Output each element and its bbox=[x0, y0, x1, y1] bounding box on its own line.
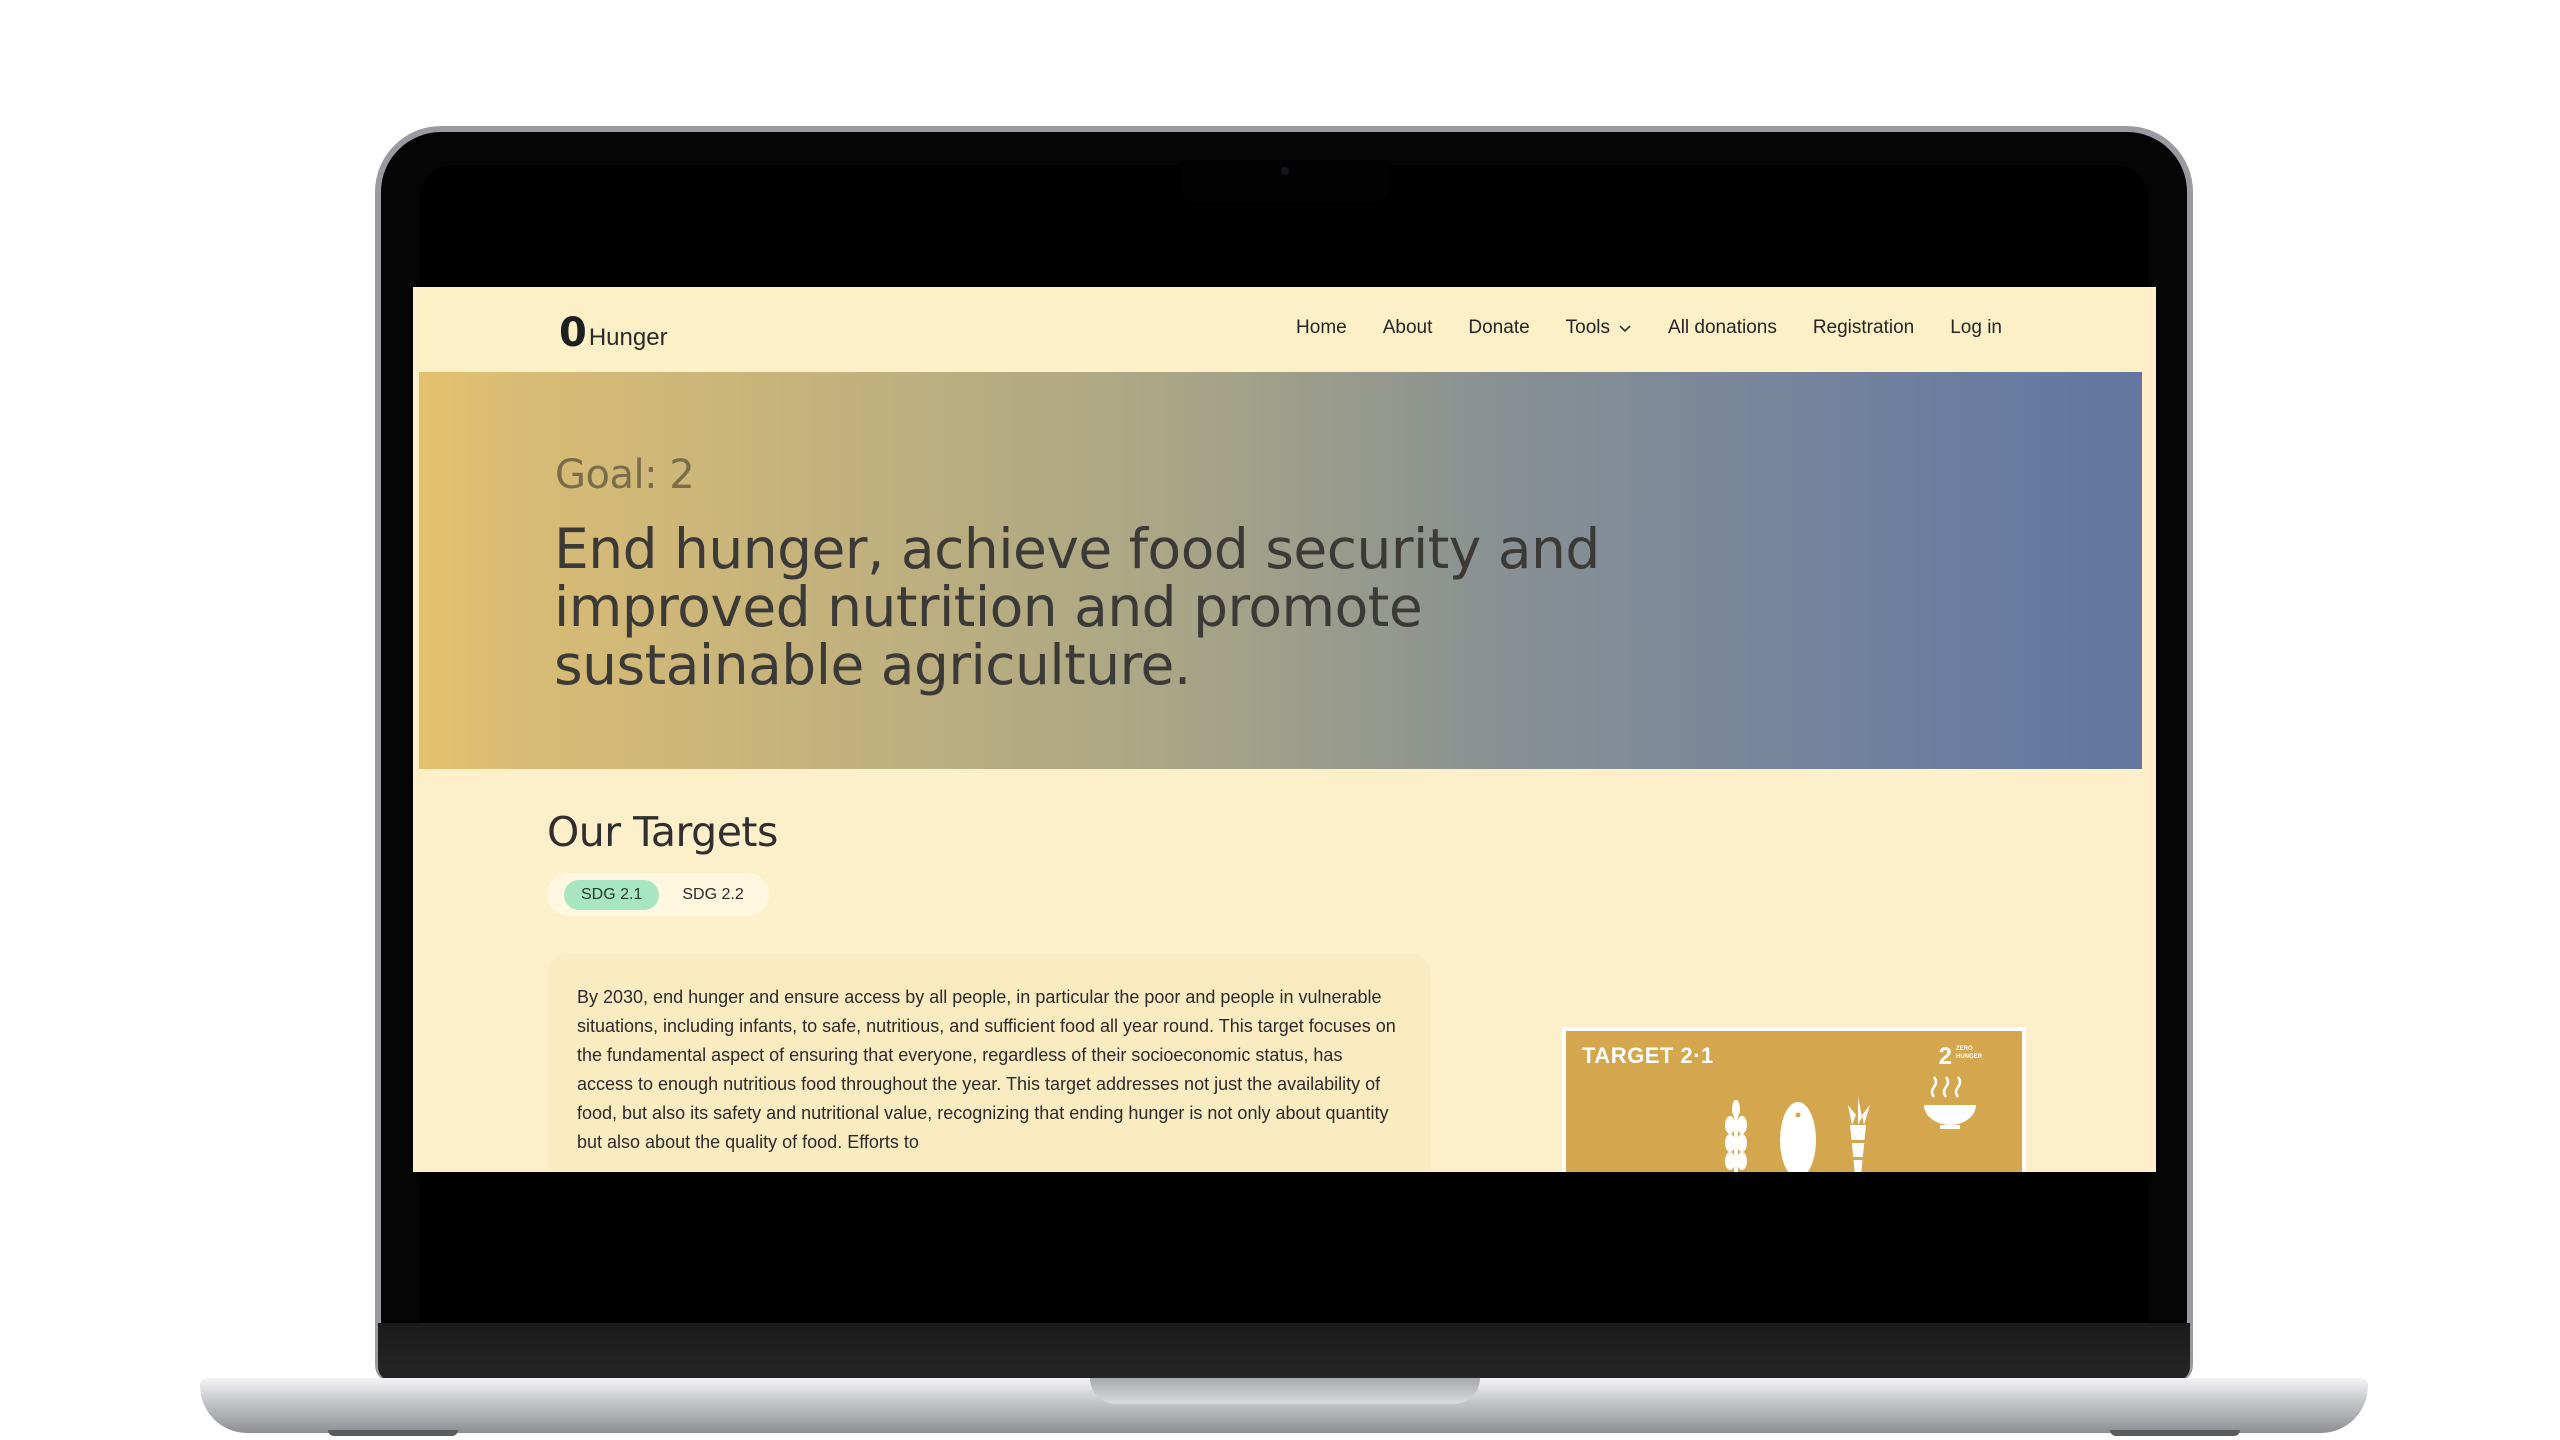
goal-title: End hunger, achieve food security and im… bbox=[554, 517, 1600, 697]
target-description-card: By 2030, end hunger and ensure access by… bbox=[547, 953, 1431, 1172]
nav-tools[interactable]: Tools bbox=[1566, 317, 1632, 339]
wheat-icon bbox=[1725, 1100, 1747, 1172]
food-icons bbox=[1725, 1097, 1870, 1172]
laptop-opening-notch bbox=[1090, 1378, 1480, 1404]
site-header: 0 Hunger Home About Donate Tools All don… bbox=[419, 287, 2142, 372]
laptop-foot-left bbox=[328, 1430, 458, 1436]
site-logo[interactable]: 0 Hunger bbox=[559, 309, 668, 353]
nav-donate[interactable]: Donate bbox=[1468, 317, 1529, 339]
target-image-label: TARGET 2·1 bbox=[1582, 1043, 1714, 1068]
chevron-down-icon bbox=[1619, 325, 1631, 333]
goal-hero: Goal: 2 End hunger, achieve food securit… bbox=[419, 372, 2142, 769]
nav-about[interactable]: About bbox=[1383, 317, 1433, 339]
target-image-goal-caption: ZERO HUNGER bbox=[1956, 1046, 1983, 1060]
tab-sdg-2-2[interactable]: SDG 2.2 bbox=[665, 880, 760, 910]
laptop-chin bbox=[378, 1323, 2190, 1381]
logo-text: Hunger bbox=[588, 324, 668, 351]
logo-mark: 0 bbox=[559, 310, 587, 356]
targets-heading: Our Targets bbox=[547, 808, 778, 856]
target-image-goal-number: 2 bbox=[1938, 1043, 1952, 1070]
laptop-foot-right bbox=[2110, 1430, 2240, 1436]
target-tabs: SDG 2.1 SDG 2.2 bbox=[547, 873, 769, 916]
bowl-icon bbox=[1924, 1076, 1976, 1129]
main-nav: Home About Donate Tools All donations Re… bbox=[1296, 317, 2002, 339]
website-viewport: 0 Hunger Home About Donate Tools All don… bbox=[413, 287, 2156, 1172]
nav-all-donations[interactable]: All donations bbox=[1668, 317, 1777, 339]
nav-registration[interactable]: Registration bbox=[1813, 317, 1914, 339]
camera-icon bbox=[1281, 167, 1289, 175]
nav-home[interactable]: Home bbox=[1296, 317, 1347, 339]
tab-sdg-2-1[interactable]: SDG 2.1 bbox=[564, 879, 660, 910]
target-description: By 2030, end hunger and ensure access by… bbox=[577, 987, 1396, 1152]
target-image: TARGET 2·1 2 ZERO HUNGER bbox=[1562, 1027, 2026, 1172]
nav-tools-label: Tools bbox=[1565, 317, 1611, 338]
fish-icon bbox=[1780, 1102, 1816, 1172]
goal-label: Goal: 2 bbox=[555, 452, 695, 498]
carrot-icon bbox=[1848, 1097, 1870, 1172]
nav-log-in[interactable]: Log in bbox=[1950, 317, 2002, 339]
